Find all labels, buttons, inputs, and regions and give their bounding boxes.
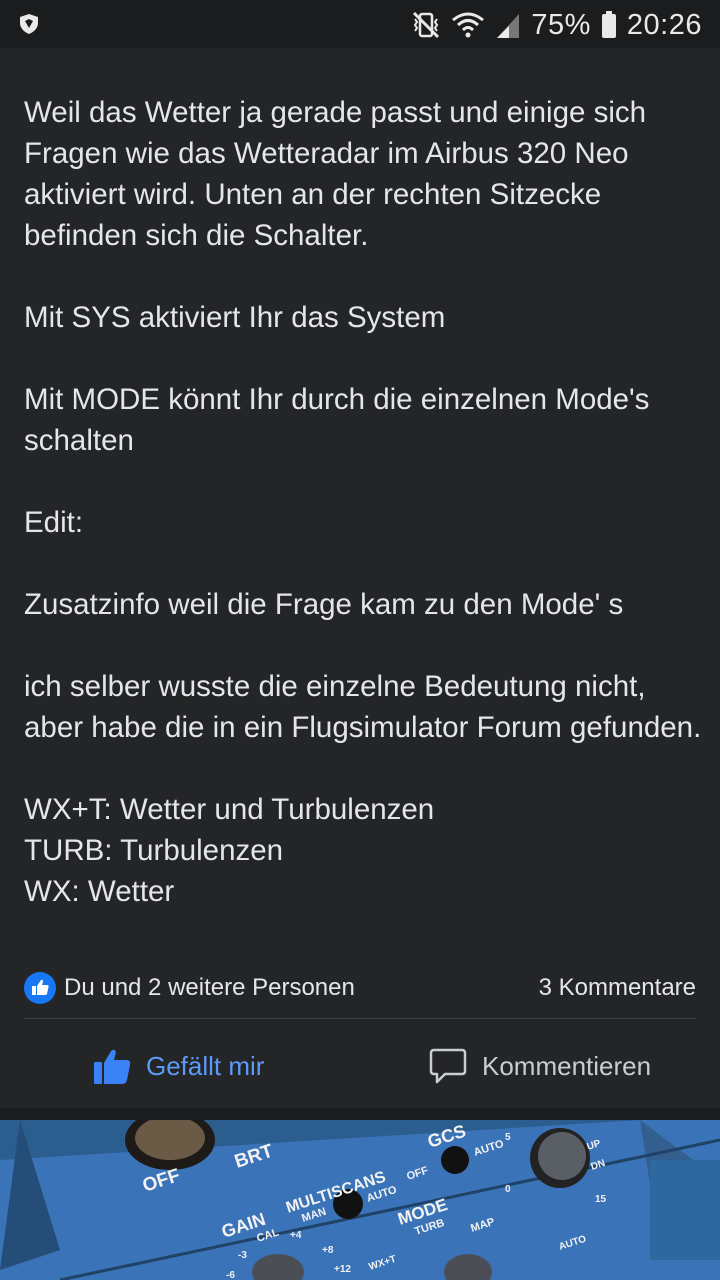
paragraph-spacer [24, 256, 704, 297]
panel-label: +12 [334, 1264, 351, 1275]
paragraph-spacer [24, 543, 704, 584]
battery-percent: 75% [531, 8, 591, 41]
reactions-bar: Du und 2 weitere Personen 3 Kommentare [24, 970, 696, 1006]
battery-icon [601, 11, 616, 38]
panel-label: 5 [505, 1132, 511, 1143]
paragraph-spacer [24, 625, 704, 666]
panel-label: 15 [595, 1194, 607, 1205]
panel-label: -6 [226, 1270, 235, 1280]
post-paragraph: WX+T: Wetter und Turbulenzen [24, 793, 435, 826]
thumbs-up-icon [94, 1049, 131, 1084]
panel-label: 0 [505, 1184, 511, 1195]
reactions-count[interactable]: Du und 2 weitere Personen [64, 974, 355, 1002]
like-reaction-icon [24, 972, 56, 1004]
post-paragraph: ich selber wusste die einzelne Bedeutung… [24, 670, 702, 744]
paragraph-spacer [24, 461, 704, 502]
comment-label: Kommentieren [482, 1050, 652, 1081]
status-bar: 75% 20:26 [0, 0, 720, 48]
post-paragraph: Zusatzinfo weil die Frage kam zu den Mod… [24, 588, 624, 621]
comment-bubble-icon [429, 1048, 467, 1084]
post-card: Weil das Wetter ja gerade passt und eini… [0, 48, 720, 1108]
shield-icon [20, 14, 38, 34]
post-paragraph: Mit MODE könnt Ihr durch die einzelnen M… [24, 383, 650, 457]
panel-label: +8 [322, 1245, 334, 1256]
post-photo[interactable]: OFF BRT GCS AUTO OFF MULTISCANS MAN AUTO… [0, 1120, 720, 1280]
post-text: Weil das Wetter ja gerade passt und eini… [24, 92, 704, 912]
comments-count[interactable]: 3 Kommentare [539, 974, 696, 1002]
like-button[interactable]: Gefällt mir [92, 1038, 264, 1094]
post-paragraph: TURB: Turbulenzen [24, 834, 284, 867]
divider [24, 1018, 696, 1019]
vibrate-mute-icon [413, 11, 440, 39]
like-label: Gefällt mir [146, 1050, 265, 1081]
signal-icon [497, 14, 520, 38]
post-paragraph: Mit SYS aktiviert Ihr das System [24, 301, 446, 334]
post-paragraph: WX: Wetter [24, 875, 175, 908]
clock: 20:26 [626, 8, 702, 41]
post-paragraph: Edit: [24, 506, 84, 539]
paragraph-spacer [24, 338, 704, 379]
wifi-icon [452, 12, 485, 38]
comment-button[interactable]: Kommentieren [428, 1038, 651, 1094]
post-paragraph: Weil das Wetter ja gerade passt und eini… [24, 96, 647, 252]
panel-label: -3 [238, 1250, 247, 1261]
panel-label: +4 [290, 1230, 302, 1241]
paragraph-spacer [24, 748, 704, 789]
